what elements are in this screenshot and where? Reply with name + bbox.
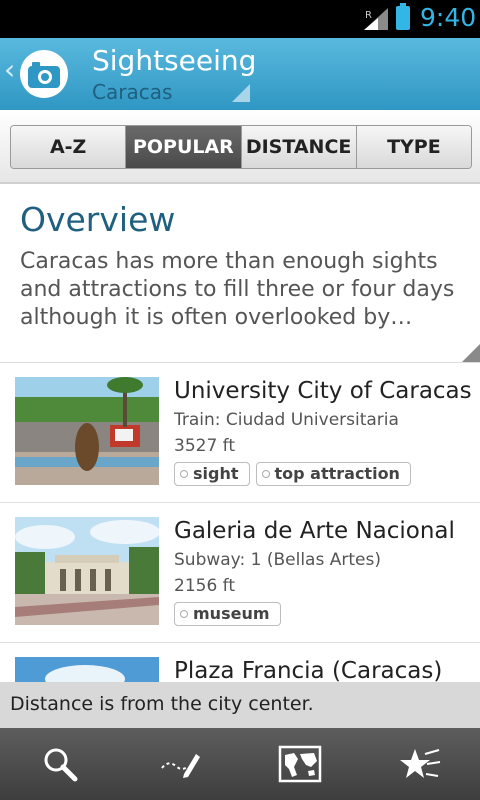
search-button[interactable] — [0, 728, 120, 800]
list-item[interactable]: Galeria de Arte Nacional Subway: 1 (Bell… — [0, 502, 480, 643]
city-selector[interactable]: Caracas — [92, 80, 172, 104]
overview-title: Overview — [20, 200, 176, 239]
signal-icon: R — [364, 8, 388, 30]
tab-type[interactable]: TYPE — [356, 126, 471, 168]
tab-popular[interactable]: POPULAR — [126, 126, 242, 168]
sight-transit: Subway: 1 (Bellas Artes) — [174, 550, 381, 570]
battery-icon — [396, 3, 410, 30]
tab-a-z[interactable]: A-Z — [11, 126, 127, 168]
map-icon — [278, 745, 322, 783]
route-pencil-icon — [161, 754, 200, 778]
sight-list: University City of Caracas Train: Ciudad… — [0, 362, 480, 682]
expand-corner-icon[interactable] — [462, 344, 480, 362]
search-icon — [44, 748, 78, 782]
sight-transit: Train: Ciudad Universitaria — [174, 410, 399, 430]
sight-thumbnail — [15, 377, 159, 485]
sight-distance: 2156 ft — [174, 576, 236, 596]
toast-text: Distance is from the city center. — [10, 693, 314, 715]
distance-toast: Distance is from the city center. — [0, 682, 480, 728]
overview-card[interactable]: Overview Caracas has more than enough si… — [0, 184, 480, 363]
sight-thumbnail — [15, 657, 159, 682]
camera-icon[interactable] — [20, 50, 68, 98]
overview-text: Caracas has more than enough sights and … — [20, 249, 455, 330]
status-time: 9:40 — [420, 3, 477, 32]
svg-text:R: R — [365, 10, 372, 21]
tag-museum[interactable]: museum — [174, 602, 281, 626]
list-item[interactable]: Plaza Francia (Caracas) — [0, 642, 480, 682]
sight-thumbnail — [15, 517, 159, 625]
sight-distance: 3527 ft — [174, 436, 236, 456]
list-item[interactable]: University City of Caracas Train: Ciudad… — [0, 362, 480, 503]
back-chevron-icon[interactable]: ‹ — [4, 56, 15, 84]
sight-title: Plaza Francia (Caracas) — [174, 658, 443, 682]
tag-top-attraction[interactable]: top attraction — [255, 462, 411, 486]
page-title: Sightseeing — [92, 44, 257, 77]
sight-title: Galeria de Arte Nacional — [174, 518, 455, 544]
route-button[interactable] — [120, 728, 240, 800]
bottom-toolbar — [0, 728, 480, 800]
status-bar: R 9:40 — [0, 0, 480, 38]
dropdown-corner-icon[interactable] — [232, 84, 250, 102]
favorites-star-icon — [400, 749, 441, 778]
sight-title: University City of Caracas — [174, 378, 472, 404]
tag-sight[interactable]: sight — [174, 462, 250, 486]
action-bar: ‹ Sightseeing Caracas — [0, 38, 480, 110]
tab-distance[interactable]: DISTANCE — [241, 126, 357, 168]
map-button[interactable] — [240, 728, 360, 800]
favorites-button[interactable] — [360, 728, 480, 800]
sort-tab-bar: A-Z POPULAR DISTANCE TYPE — [0, 110, 480, 184]
